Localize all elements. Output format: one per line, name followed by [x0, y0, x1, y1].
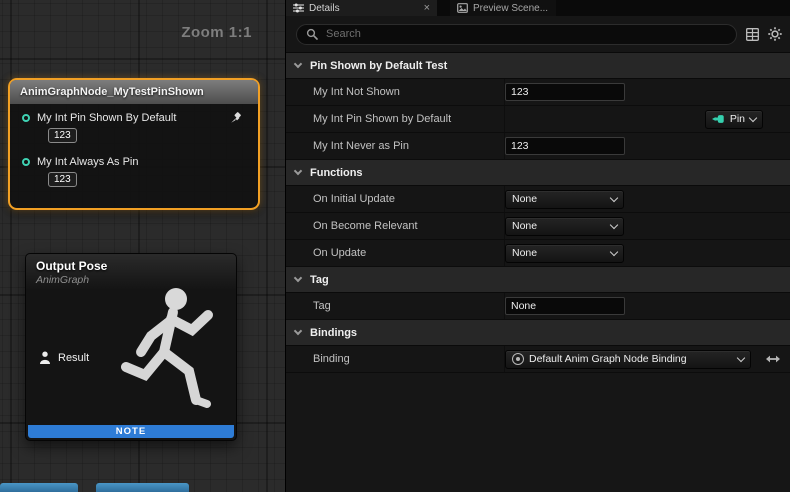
display-filter-icon[interactable]	[746, 28, 759, 41]
pin-dropdown-value: Pin	[730, 113, 745, 125]
chevron-down-icon[interactable]	[294, 327, 302, 335]
section-title: Pin Shown by Default Test	[310, 60, 447, 72]
settings-gear-icon[interactable]	[768, 27, 782, 41]
node-subtitle: AnimGraph	[36, 274, 236, 286]
pushpin-icon[interactable]	[230, 112, 242, 124]
node-title: Output Pose	[36, 259, 236, 273]
search-box[interactable]	[296, 24, 737, 45]
property-label: On Initial Update	[286, 186, 504, 212]
chevron-down-icon	[610, 247, 618, 255]
node-header[interactable]: Output Pose AnimGraph	[26, 254, 236, 290]
property-row: On Update None	[286, 240, 790, 267]
int-pin-icon[interactable]	[22, 114, 30, 122]
property-row: My Int Not Shown	[286, 79, 790, 106]
close-tab-icon[interactable]: ×	[424, 3, 430, 13]
chevron-down-icon[interactable]	[294, 274, 302, 282]
pin-row: My Int Always As Pin 123	[10, 148, 258, 187]
chevron-down-icon	[610, 220, 618, 228]
section-header-pin-shown[interactable]: Pin Shown by Default Test	[286, 53, 790, 79]
node-title[interactable]: AnimGraphNode_MyTestPinShown	[10, 80, 258, 104]
my-int-not-shown-input[interactable]	[505, 83, 625, 101]
section-header-bindings[interactable]: Bindings	[286, 320, 790, 346]
property-label: My Int Not Shown	[286, 79, 504, 105]
preview-scene-tab-icon	[457, 3, 468, 13]
mannequin-figure	[108, 282, 237, 432]
property-row: My Int Never as Pin	[286, 133, 790, 160]
zoom-indicator: Zoom 1:1	[181, 24, 252, 41]
dropdown-value: None	[512, 247, 537, 259]
pin-row: My Int Pin Shown By Default 123	[10, 104, 258, 143]
tab-label: Preview Scene...	[473, 3, 548, 14]
details-tab-icon	[293, 3, 304, 13]
tab-label: Details	[309, 3, 340, 14]
pin-value-input[interactable]: 123	[48, 172, 77, 187]
pin-label: My Int Pin Shown By Default	[37, 112, 176, 124]
search-input[interactable]	[324, 27, 727, 41]
result-pin-label: Result	[58, 352, 89, 364]
note-banner[interactable]: NOTE	[28, 425, 234, 438]
dropdown-value: None	[512, 220, 537, 232]
on-update-dropdown[interactable]: None	[505, 244, 624, 263]
binding-dropdown-value: Default Anim Graph Node Binding	[529, 353, 687, 365]
pin-visibility-dropdown[interactable]: Pin	[705, 110, 763, 129]
chevron-down-icon	[749, 113, 757, 121]
pin-value-input[interactable]: 123	[48, 128, 77, 143]
dropdown-value: None	[512, 193, 537, 205]
chevron-down-icon[interactable]	[294, 60, 302, 68]
chevron-down-icon[interactable]	[294, 167, 302, 175]
property-row: On Initial Update None	[286, 186, 790, 213]
property-label: Tag	[286, 293, 504, 319]
section-header-tag[interactable]: Tag	[286, 267, 790, 293]
section-title: Tag	[310, 274, 329, 286]
property-row: Tag	[286, 293, 790, 320]
tab-preview-scene[interactable]: Preview Scene...	[450, 0, 556, 16]
section-title: Functions	[310, 167, 363, 179]
section-title: Bindings	[310, 327, 357, 339]
pose-pin-icon	[39, 351, 51, 365]
pin-label: My Int Always As Pin	[37, 156, 138, 168]
result-pin[interactable]: Result	[39, 351, 89, 365]
search-row	[286, 16, 790, 53]
property-row: My Int Pin Shown by Default Pin	[286, 106, 790, 133]
property-label: On Become Relevant	[286, 213, 504, 239]
reset-binding-icon[interactable]	[766, 354, 780, 364]
binding-dropdown[interactable]: Default Anim Graph Node Binding	[505, 350, 751, 369]
details-panel: Details × Preview Scene...	[285, 0, 790, 492]
property-label: Binding	[286, 346, 504, 372]
partial-node[interactable]	[0, 483, 78, 492]
search-icon	[306, 28, 318, 40]
section-header-functions[interactable]: Functions	[286, 160, 790, 186]
property-row: Binding Default Anim Graph Node Binding	[286, 346, 790, 373]
property-row: On Become Relevant None	[286, 213, 790, 240]
anim-graph-node-selected[interactable]: AnimGraphNode_MyTestPinShown My Int Pin …	[8, 78, 260, 210]
partial-node[interactable]	[96, 483, 189, 492]
property-label: My Int Pin Shown by Default	[286, 106, 504, 132]
property-label: My Int Never as Pin	[286, 133, 504, 159]
property-label: On Update	[286, 240, 504, 266]
binding-icon	[512, 353, 524, 365]
chevron-down-icon	[737, 353, 745, 361]
unreal-editor-window: Zoom 1:1 AnimGraphNode_MyTestPinShown My…	[0, 0, 790, 492]
property-list: Pin Shown by Default Test My Int Not Sho…	[286, 53, 790, 373]
on-initial-update-dropdown[interactable]: None	[505, 190, 624, 209]
chevron-down-icon	[610, 193, 618, 201]
my-int-never-as-pin-input[interactable]	[505, 137, 625, 155]
on-become-relevant-dropdown[interactable]: None	[505, 217, 624, 236]
anim-graph-editor[interactable]: Zoom 1:1 AnimGraphNode_MyTestPinShown My…	[0, 0, 285, 492]
int-pin-icon[interactable]	[22, 158, 30, 166]
output-pose-node[interactable]: Output Pose AnimGraph Res	[25, 253, 237, 441]
tag-input[interactable]	[505, 297, 625, 315]
pin-icon	[712, 114, 725, 124]
tab-details[interactable]: Details ×	[286, 0, 437, 16]
tab-bar: Details × Preview Scene...	[286, 0, 790, 16]
